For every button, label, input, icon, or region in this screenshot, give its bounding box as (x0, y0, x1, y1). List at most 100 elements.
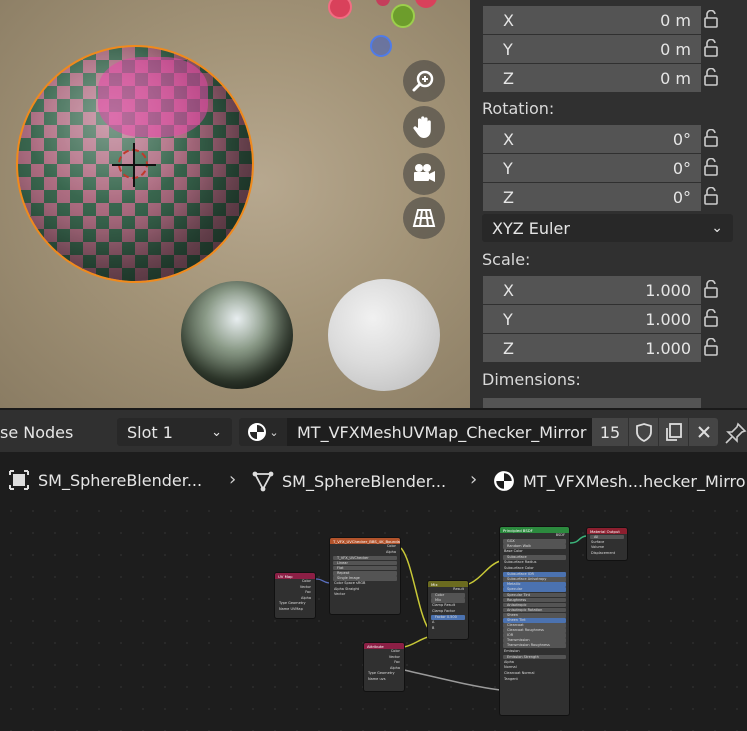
principled-bsdf-node[interactable]: Principled BSDF BSDF GGX Random Walk Bas… (499, 526, 570, 716)
pin-icon[interactable] (725, 422, 747, 444)
field-value: Geometry (288, 601, 306, 606)
chevron-down-icon: ⌄ (269, 425, 279, 439)
output-socket[interactable]: Alpha (330, 550, 400, 556)
input-socket[interactable]: Vector (330, 592, 400, 598)
target-select[interactable]: All (590, 534, 624, 540)
input-socket[interactable]: Sheen (503, 612, 566, 618)
subsurface-method-select[interactable]: Random Walk (503, 544, 566, 549)
blend-mode-select[interactable]: Mix (431, 598, 465, 603)
gizmo-axis-x[interactable] (328, 0, 352, 19)
lock-icon[interactable] (700, 129, 722, 147)
output-socket[interactable]: Result (428, 587, 468, 593)
breadcrumb: SM_SphereBlender... › SM_SphereBlender..… (0, 460, 747, 500)
input-socket[interactable]: Clearcoat Roughness (503, 628, 566, 633)
input-socket[interactable]: Emission (500, 649, 569, 655)
data-type-select[interactable]: Color (431, 593, 465, 598)
breadcrumb-material[interactable]: MT_VFXMesh...hecker_Mirro (493, 470, 746, 492)
3d-viewport[interactable] (0, 0, 470, 408)
breadcrumb-object[interactable]: SM_SphereBlender... (8, 470, 202, 490)
material-browse-button[interactable]: ⌄ (239, 418, 287, 446)
interpolation-select[interactable]: Linear (333, 560, 397, 566)
clamp-factor-checkbox[interactable]: Clamp Factor (428, 609, 468, 615)
input-socket[interactable]: Displacement (587, 551, 627, 557)
lock-icon[interactable] (700, 158, 722, 176)
input-socket[interactable]: Base Color (500, 549, 569, 555)
material-output-node[interactable]: Material Output All Surface Volume Displ… (586, 527, 628, 561)
unlink-material-button[interactable] (688, 418, 718, 446)
lock-icon[interactable] (700, 280, 722, 298)
output-socket[interactable]: BSDF (500, 533, 569, 539)
rotation-label: Rotation: (482, 99, 555, 118)
field-label: Alpha (334, 586, 344, 591)
input-socket[interactable]: Subsurface Anisotropy (503, 577, 566, 582)
gizmo-axis-z[interactable] (370, 35, 392, 57)
lock-icon[interactable] (700, 39, 722, 57)
location-y-field[interactable]: Y 0 m (483, 35, 701, 63)
input-socket[interactable]: Anisotropic (503, 602, 566, 608)
image-selector[interactable]: T_VFX_UVChecker (333, 555, 397, 561)
material-slot-select[interactable]: Slot 1 ⌄ (117, 418, 232, 446)
material-user-count[interactable]: 15 (592, 418, 628, 446)
camera-view-button[interactable] (403, 153, 445, 195)
fake-user-button[interactable] (628, 418, 658, 446)
node-canvas[interactable]: UV Map Color Vector Fac Alpha Type Geome… (0, 500, 747, 731)
input-socket[interactable]: Specular (503, 587, 566, 593)
rotation-z-field[interactable]: Z 0° (483, 183, 701, 211)
lock-icon[interactable] (700, 68, 722, 86)
projection-select[interactable]: Flat (333, 565, 397, 571)
gizmo-axis-y-neg[interactable] (376, 0, 390, 6)
input-socket[interactable]: Roughness (503, 597, 566, 603)
input-socket[interactable]: IOR (503, 633, 566, 638)
lock-icon[interactable] (700, 187, 722, 205)
material-name-field[interactable]: MT_VFXMeshUVMap_Checker_Mirror (287, 418, 592, 446)
node-field[interactable]: Name uvs (364, 677, 404, 683)
rotation-x-field[interactable]: X 0° (483, 125, 701, 153)
axis-label: Z (503, 68, 514, 88)
extension-select[interactable]: Repeat (333, 570, 397, 576)
scale-x-field[interactable]: X 1.000 (483, 276, 701, 304)
pan-button[interactable] (403, 106, 445, 148)
breadcrumb-mesh[interactable]: SM_SphereBlender... (252, 470, 446, 492)
input-socket[interactable]: Anisotropic Rotation (503, 607, 566, 613)
factor-slider[interactable]: Factor 0.500 (431, 614, 465, 620)
dimensions-x-field[interactable] (483, 398, 701, 408)
input-socket[interactable]: Sheen Tint (503, 618, 566, 623)
lock-icon[interactable] (700, 338, 722, 356)
uv-map-node[interactable]: UV Map Color Vector Fac Alpha Type Geome… (274, 572, 316, 619)
gizmo-axis-y[interactable] (391, 4, 415, 28)
zoom-button[interactable] (403, 60, 445, 102)
rotation-y-field[interactable]: Y 0° (483, 154, 701, 182)
input-socket[interactable]: Subsurface (503, 555, 566, 560)
location-z-field[interactable]: Z 0 m (483, 64, 701, 92)
scale-z-field[interactable]: Z 1.000 (483, 334, 701, 362)
input-socket[interactable]: Metallic (503, 582, 566, 587)
input-socket[interactable]: Tangent (500, 677, 569, 683)
mesh-icon (252, 471, 274, 492)
hand-icon (413, 116, 431, 138)
mix-node[interactable]: Mix Result Color Mix Clamp Result Clamp … (427, 580, 469, 640)
editor-type-label[interactable]: se Nodes (0, 423, 73, 442)
node-field[interactable]: Name UVMap (275, 607, 315, 613)
orthographic-toggle-button[interactable] (403, 197, 445, 239)
input-socket[interactable]: Subsurface IOR (503, 572, 566, 577)
duplicate-material-button[interactable] (658, 418, 688, 446)
chrome-sphere[interactable] (181, 281, 293, 389)
white-sphere[interactable] (328, 279, 440, 391)
lock-icon[interactable] (700, 10, 722, 28)
input-socket[interactable]: Emission Strength (503, 654, 566, 660)
distribution-select[interactable]: GGX (503, 539, 566, 544)
source-select[interactable]: Single Image (333, 576, 397, 581)
input-socket[interactable]: Specular Tint (503, 592, 566, 598)
gizmo-axis-neg-x[interactable] (415, 0, 437, 8)
lock-icon[interactable] (700, 309, 722, 327)
scale-y-field[interactable]: Y 1.000 (483, 305, 701, 333)
input-socket[interactable]: Clearcoat (503, 623, 566, 628)
attribute-node[interactable]: Attribute Color Vector Fac Alpha Type Ge… (363, 642, 405, 692)
image-texture-node[interactable]: T_VFX_UVChecker_BBS_4K_BoundaryEdge Colo… (329, 537, 401, 615)
location-x-field[interactable]: X 0 m (483, 6, 701, 34)
rotation-mode-select[interactable]: XYZ Euler ⌄ (482, 214, 733, 242)
input-socket[interactable]: Transmission Roughness (503, 643, 566, 649)
input-socket[interactable]: B (428, 626, 468, 632)
input-socket[interactable]: Transmission (503, 638, 566, 643)
input-socket[interactable]: Subsurface Color (500, 566, 569, 572)
